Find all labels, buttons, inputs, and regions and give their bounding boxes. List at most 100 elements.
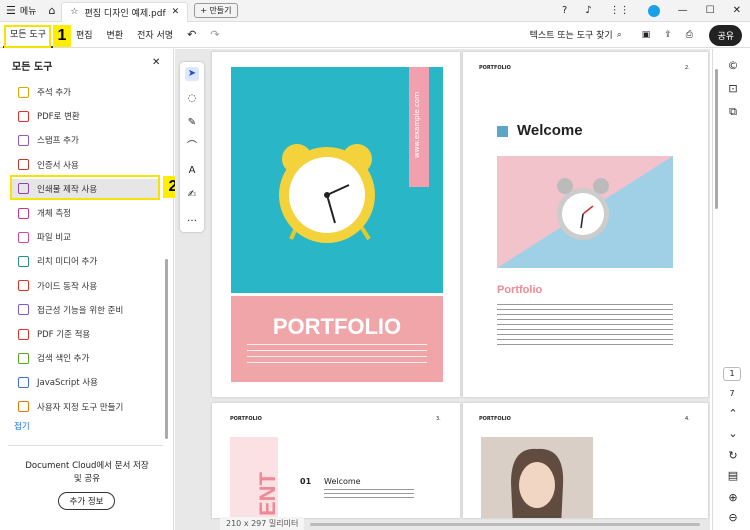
- p2-portfolio: Portfolio: [497, 284, 543, 296]
- tool-label: 접근성 기능을 위한 준비: [37, 305, 124, 316]
- vertical-scrollbar[interactable]: [715, 69, 718, 209]
- cover-url: www.example.com: [413, 91, 421, 159]
- tool-item[interactable]: 스탬프 추가: [18, 130, 79, 150]
- tool-item[interactable]: 인증서 사용: [18, 155, 79, 175]
- tool-item[interactable]: 접근성 기능을 위한 준비: [18, 300, 123, 320]
- tool-icon: [18, 280, 29, 292]
- more-info-label: 추가 정보: [69, 497, 104, 507]
- pages-panel-icon[interactable]: ⧉: [726, 105, 740, 119]
- menu-button[interactable]: ☰ 메뉴: [0, 0, 42, 22]
- p2-welcome: Welcome: [517, 122, 583, 139]
- p2-clock-illustration: [497, 156, 673, 268]
- p2-num: 2.: [685, 65, 690, 71]
- home-button[interactable]: ⌂: [42, 0, 61, 22]
- tool-item[interactable]: 파일 비교: [18, 227, 71, 247]
- right-rail: © ⊡ ⧉ 1 7 ⌃ ⌄ ↻ ▤ ⊕ ⊖: [712, 49, 750, 530]
- bell-icon[interactable]: ♪: [576, 5, 600, 16]
- tool-item[interactable]: PDF 기준 적용: [18, 324, 90, 344]
- profile-avatar[interactable]: [647, 4, 660, 17]
- close-window-icon[interactable]: ✕: [724, 5, 750, 16]
- search-tools-field[interactable]: 텍스트 또는 도구 찾기 ⌕: [523, 22, 629, 48]
- tool-icon: [18, 207, 29, 219]
- highlight-tool-icon[interactable]: ✎: [185, 116, 199, 130]
- tool-item[interactable]: 리치 미디어 추가: [18, 251, 97, 271]
- tool-item[interactable]: 개체 측정: [18, 203, 71, 223]
- callout-1-text: 1: [57, 27, 67, 44]
- close-tab-icon[interactable]: ✕: [172, 7, 180, 17]
- tool-icon: [18, 352, 29, 364]
- tool-icon: [18, 86, 29, 98]
- undo-button[interactable]: ↶: [180, 22, 203, 48]
- page-size-label: 210 x 297 밀리미터: [220, 517, 305, 530]
- help-icon[interactable]: ?: [553, 5, 576, 16]
- tool-label: PDF로 변환: [37, 112, 80, 123]
- p3-body-lines: [324, 489, 414, 501]
- tool-icon: [18, 159, 29, 171]
- p2-header: PORTFOLIO: [479, 65, 511, 71]
- more-info-button[interactable]: 추가 정보: [58, 492, 115, 510]
- tool-item[interactable]: PDF로 변환: [18, 106, 80, 126]
- p2-body-lines: [497, 304, 673, 346]
- prev-page-icon[interactable]: ⌃: [726, 407, 740, 420]
- hamburger-icon: ☰: [6, 4, 16, 17]
- search-icon: ⌕: [616, 29, 622, 40]
- cloud-text-2: 및 공유: [73, 474, 101, 484]
- quick-tools-bar: ➤ ◌ ✎ ⌒ A ✍ …: [180, 62, 204, 232]
- redo-button[interactable]: ↷: [203, 22, 226, 48]
- apps-icon[interactable]: ⋮⋮: [601, 5, 639, 16]
- tool-item[interactable]: 검색 색인 추가: [18, 348, 89, 368]
- more-tools-icon[interactable]: …: [185, 212, 199, 226]
- save-icon[interactable]: ▣: [635, 22, 658, 48]
- zoom-in-icon[interactable]: ⊕: [726, 491, 740, 504]
- search-placeholder: 텍스트 또는 도구 찾기: [529, 31, 613, 41]
- comment-tool-icon[interactable]: ◌: [185, 92, 199, 106]
- text-tool-icon[interactable]: A: [185, 164, 199, 178]
- collapse-link[interactable]: 접기: [14, 420, 30, 432]
- tool-icon: [18, 328, 29, 340]
- tool-item[interactable]: 가이드 동작 사용: [18, 276, 97, 296]
- document-tab[interactable]: ☆ 편집 디자인 예제.pdf ✕: [61, 1, 189, 22]
- esign-tab[interactable]: 전자 서명: [130, 22, 180, 48]
- page-fit-icon[interactable]: ▤: [726, 469, 740, 482]
- select-tool-icon[interactable]: ➤: [185, 67, 199, 81]
- panel-scrollbar[interactable]: [165, 259, 168, 439]
- tool-label: 주석 추가: [37, 88, 71, 98]
- p2-photo: [497, 156, 673, 268]
- toolbar: 모든 도구 편집 변환 전자 서명 ↶ ↷ 텍스트 또는 도구 찾기 ⌕ ▣ ⇪…: [0, 22, 750, 48]
- cover-title: PORTFOLIO: [272, 314, 402, 339]
- p4-photo: [481, 437, 593, 518]
- share-button[interactable]: 공유: [709, 25, 742, 46]
- esign-label: 전자 서명: [137, 31, 174, 41]
- maximize-icon[interactable]: ☐: [697, 5, 724, 16]
- zoom-out-icon[interactable]: ⊖: [726, 511, 740, 524]
- horizontal-scrollbar[interactable]: [310, 523, 700, 526]
- tool-label: 가이드 동작 사용: [37, 281, 98, 292]
- tool-item[interactable]: 사용자 지정 도구 만들기: [18, 397, 123, 417]
- upload-icon[interactable]: ⇪: [657, 22, 679, 48]
- rotate-icon[interactable]: ↻: [726, 449, 740, 462]
- tool-label: 검색 색인 추가: [37, 354, 90, 365]
- next-page-icon[interactable]: ⌄: [726, 427, 740, 440]
- minimize-icon[interactable]: —: [669, 5, 697, 16]
- sign-tool-icon[interactable]: ✍: [185, 188, 199, 202]
- tool-item[interactable]: 주석 추가: [18, 82, 71, 102]
- tool-item[interactable]: JavaScript 사용: [18, 372, 98, 392]
- tool-label: JavaScript 사용: [37, 378, 98, 389]
- bookmark-panel-icon[interactable]: ⊡: [726, 82, 740, 95]
- panel-close-icon[interactable]: ✕: [152, 57, 160, 68]
- draw-tool-icon[interactable]: ⌒: [185, 140, 199, 154]
- tool-label: 스탬프 추가: [37, 136, 79, 147]
- tool-icon: [18, 134, 29, 146]
- page-4: PORTFOLIO 4.: [463, 403, 708, 518]
- new-button[interactable]: + 만들기: [194, 3, 238, 18]
- tool-icon: [18, 401, 29, 413]
- page-2: PORTFOLIO 2. Welcome Portfolio: [463, 52, 708, 397]
- print-icon[interactable]: ⎙: [679, 22, 700, 48]
- page-current[interactable]: 1: [723, 367, 741, 381]
- cover-title-block: PORTFOLIO: [231, 296, 443, 382]
- tool-icon: [18, 376, 29, 388]
- comment-panel-icon[interactable]: ©: [726, 59, 740, 72]
- edit-tab[interactable]: 편집: [69, 22, 100, 48]
- convert-tab[interactable]: 변환: [100, 22, 131, 48]
- star-icon[interactable]: ☆: [70, 7, 78, 17]
